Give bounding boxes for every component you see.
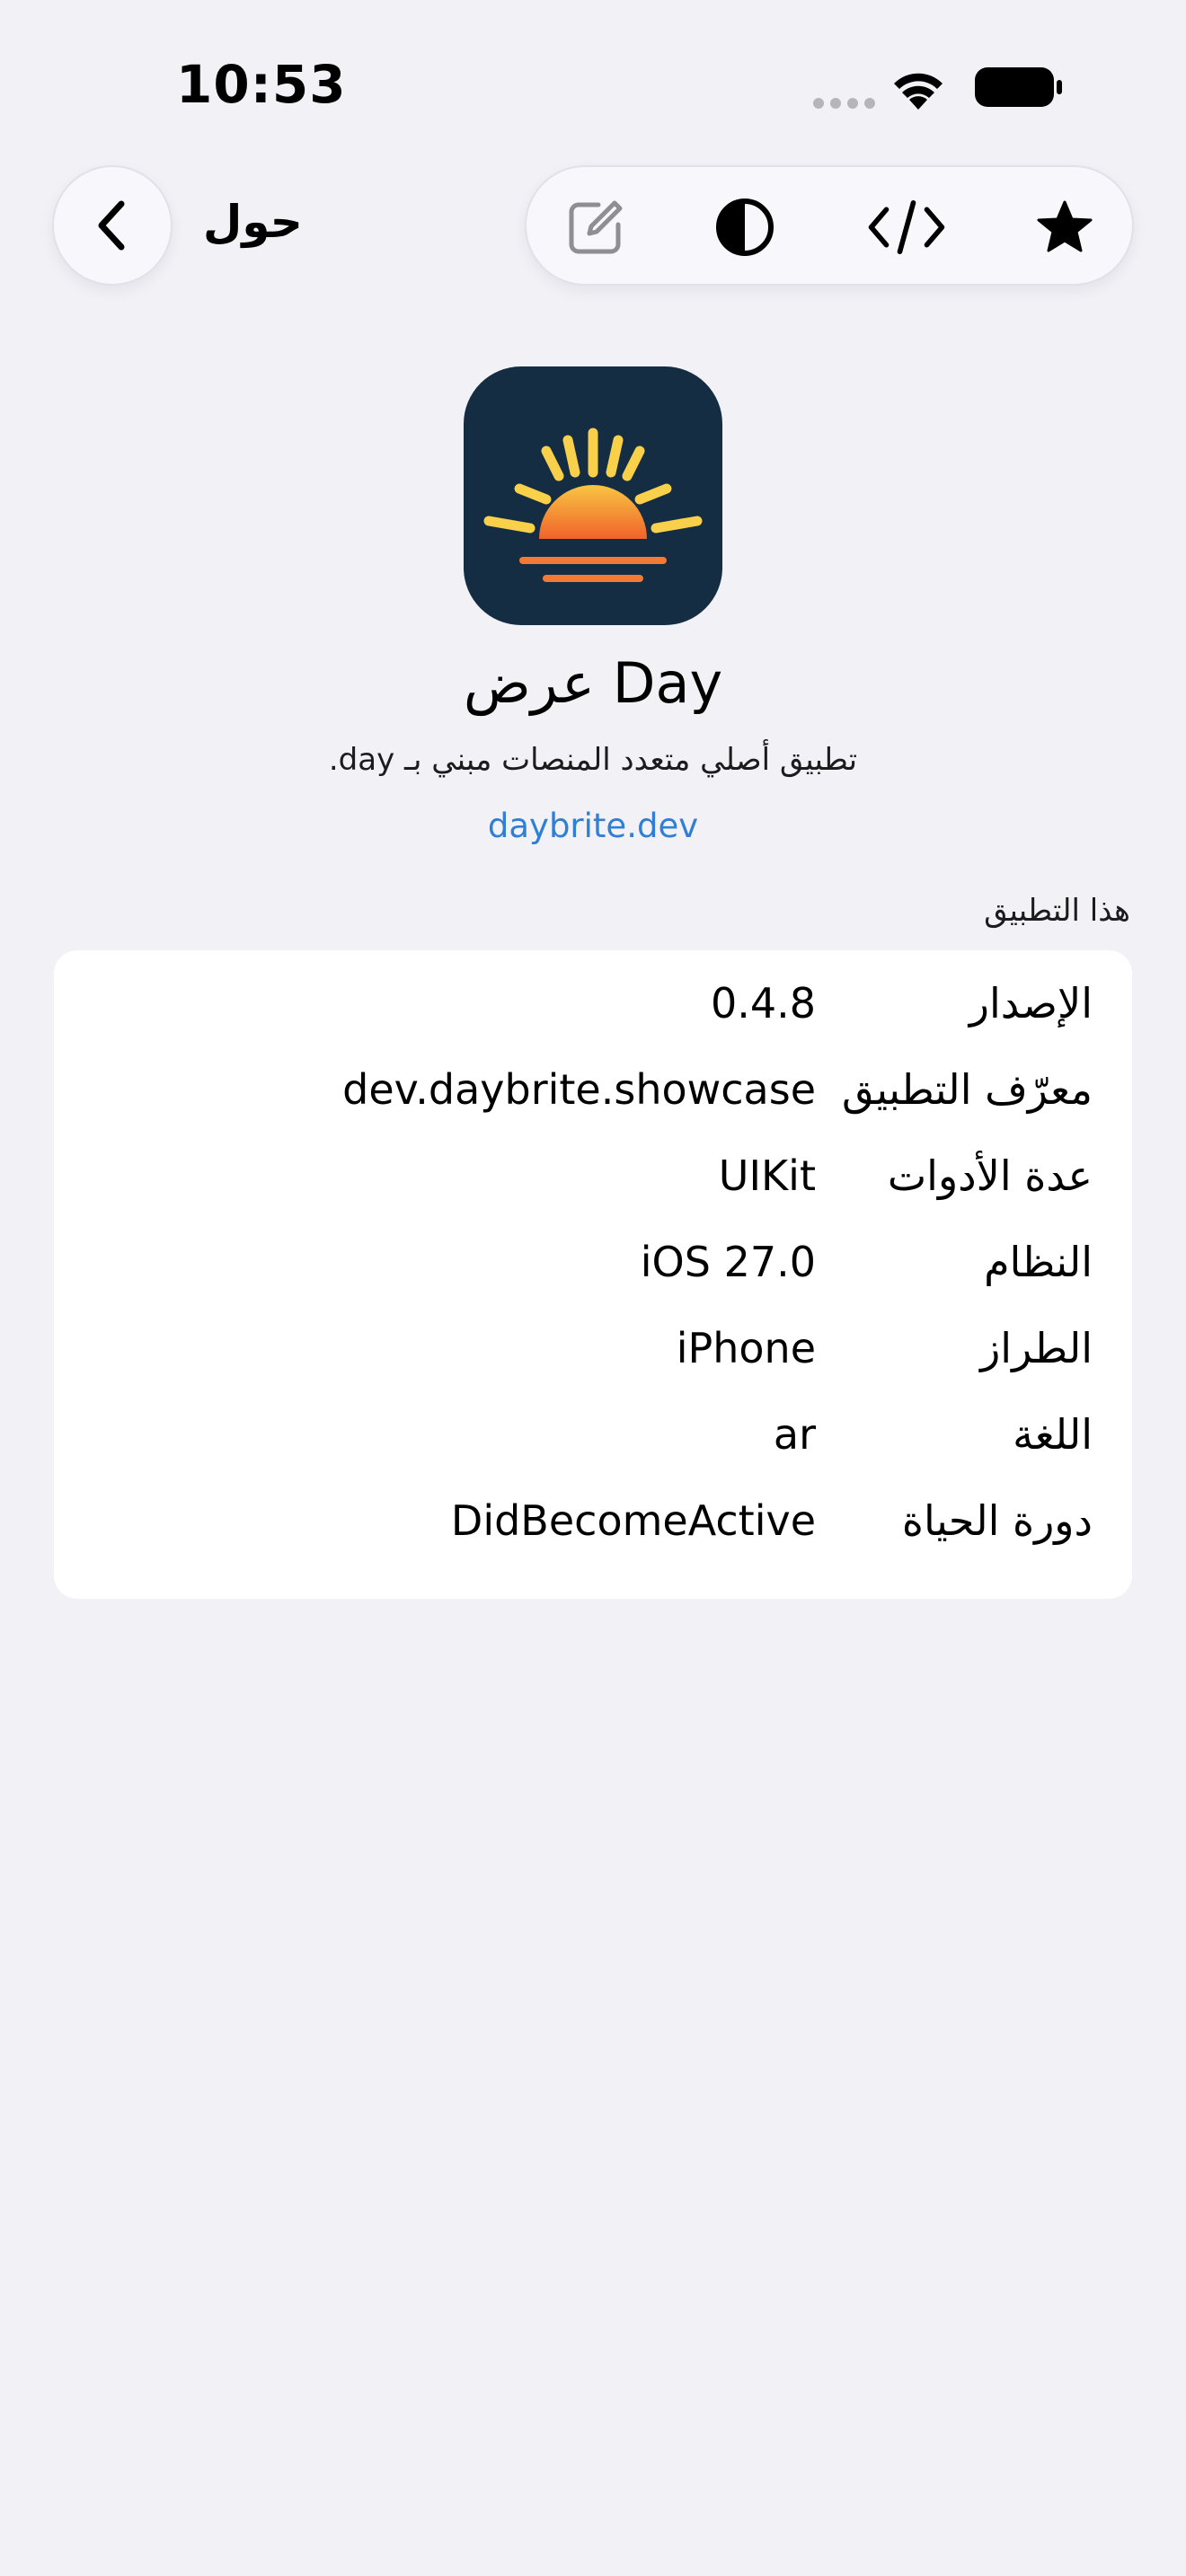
- compose-button[interactable]: [555, 187, 636, 268]
- wifi-icon: [894, 73, 943, 110]
- app-icon: [464, 366, 722, 625]
- info-row-version: الإصدار 0.4.8: [54, 963, 1132, 1049]
- info-label: الإصدار: [969, 979, 1093, 1028]
- website-link[interactable]: daybrite.dev: [0, 807, 1186, 845]
- info-label: النظام: [984, 1238, 1093, 1286]
- info-card: الإصدار 0.4.8 معرّف التطبيق dev.daybrite…: [54, 950, 1132, 1599]
- compose-icon: [569, 200, 623, 254]
- toolbar: [525, 165, 1134, 286]
- favorite-button[interactable]: [1024, 187, 1105, 268]
- info-value: DidBecomeActive: [450, 1496, 816, 1545]
- code-icon: [868, 200, 945, 254]
- back-button[interactable]: [52, 165, 173, 286]
- info-value: 0.4.8: [710, 979, 816, 1028]
- info-row-toolkit: عدة الأدوات UIKit: [54, 1135, 1132, 1222]
- app-tagline: تطبيق أصلي متعدد المنصات مبني بـ day.: [328, 742, 858, 778]
- code-button[interactable]: [866, 187, 947, 268]
- info-row-bundle-id: معرّف التطبيق dev.daybrite.showcase: [54, 1049, 1132, 1135]
- status-time: 10:53: [176, 54, 347, 115]
- info-row-os: النظام iOS 27.0: [54, 1222, 1132, 1308]
- info-value: ar: [773, 1410, 816, 1459]
- nav-title: حول: [203, 196, 303, 248]
- info-value: dev.daybrite.showcase: [342, 1065, 816, 1114]
- battery-icon: [975, 67, 1062, 107]
- info-value: iOS 27.0: [640, 1238, 816, 1286]
- contrast-icon: [716, 198, 774, 256]
- appearance-button[interactable]: [704, 187, 785, 268]
- star-icon: [1037, 200, 1093, 252]
- info-label: عدة الأدوات: [887, 1151, 1093, 1200]
- info-label: دورة الحياة: [901, 1496, 1093, 1545]
- cellular-signal-icon: [813, 98, 875, 109]
- info-row-lifecycle: دورة الحياة DidBecomeActive: [54, 1480, 1132, 1566]
- info-row-language: اللغة ar: [54, 1394, 1132, 1480]
- status-bar: 10:53: [0, 0, 1186, 171]
- info-label: معرّف التطبيق: [841, 1065, 1093, 1114]
- chevron-left-icon: [98, 200, 125, 251]
- info-label: اللغة: [1013, 1410, 1093, 1459]
- section-header: هذا التطبيق: [984, 893, 1130, 929]
- sunrise-icon: [483, 428, 703, 582]
- info-label: الطراز: [980, 1324, 1093, 1372]
- info-row-model: الطراز iPhone: [54, 1308, 1132, 1394]
- info-value: iPhone: [676, 1324, 816, 1372]
- info-value: UIKit: [718, 1151, 816, 1200]
- app-name: عرض Day: [463, 650, 723, 716]
